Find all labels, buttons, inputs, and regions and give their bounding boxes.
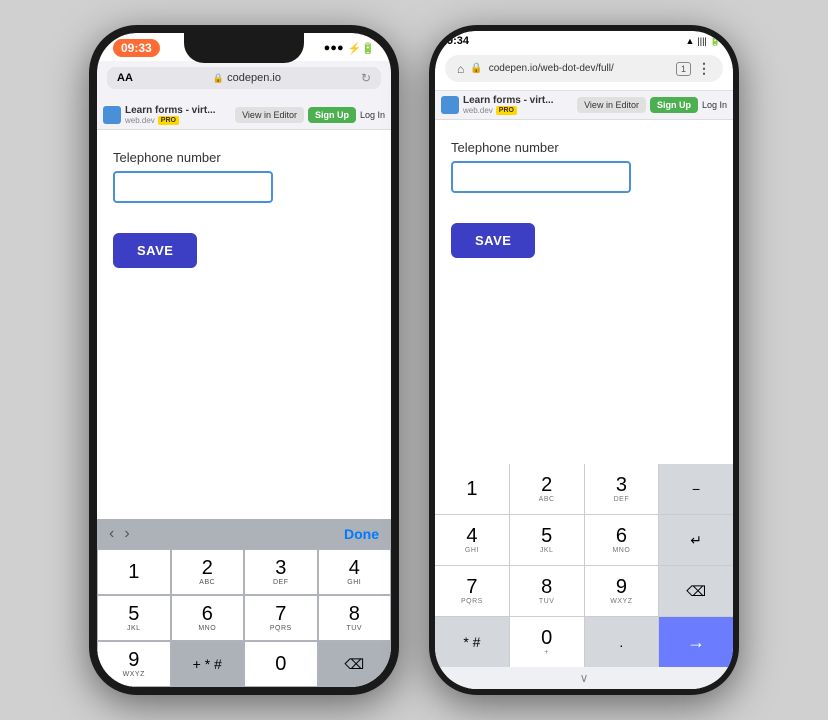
android-telephone-input[interactable] xyxy=(451,161,631,193)
key-6[interactable]: 6 MNO xyxy=(171,595,245,641)
signal-bars: |||| xyxy=(697,36,706,46)
lock-icon: 🔒 xyxy=(213,73,224,84)
keyboard-nav: ‹ › xyxy=(109,525,130,543)
akey-4[interactable]: 4 GHI xyxy=(435,515,509,565)
signal-icon: ●●● xyxy=(324,42,344,54)
android-site-title: Learn forms - virt... xyxy=(463,95,554,106)
android-toolbar-actions: View in Editor Sign Up Log In xyxy=(577,97,727,113)
signup-button[interactable]: Sign Up xyxy=(308,107,356,123)
android-address-bar[interactable]: ⌂ 🔒 codepen.io/web-dot-dev/full/ 1 ⋮ xyxy=(445,55,723,82)
iphone-time: 09:33 xyxy=(113,39,160,57)
akey-enter[interactable]: ↵ xyxy=(659,515,733,565)
akey-0[interactable]: 0 + xyxy=(510,617,584,667)
done-button[interactable]: Done xyxy=(344,526,379,542)
android-url-text: codepen.io/web-dot-dev/full/ xyxy=(489,63,670,74)
key-0[interactable]: 0 xyxy=(244,641,318,687)
iphone-phone: 09:33 ●●● ⚡🔋 AA 🔒 codepen.io ↻ Lear xyxy=(89,25,399,695)
android-brand-text: Learn forms - virt... web.dev PRO xyxy=(463,95,554,115)
android-pro-badge: PRO xyxy=(496,106,517,115)
numeric-keypad: 1 2 ABC 3 DEF 4 GHI 5 JKL xyxy=(97,549,391,687)
akey-minus[interactable]: − xyxy=(659,464,733,514)
android-status-icons: ▲ |||| 🔋 xyxy=(686,36,722,47)
akey-special[interactable]: * # xyxy=(435,617,509,667)
android-brand-section: Learn forms - virt... web.dev PRO xyxy=(441,95,554,115)
site-toolbar: Learn forms - virt... web.dev PRO View i… xyxy=(97,101,391,130)
android-page-content: Telephone number SAVE xyxy=(435,120,733,464)
key-1[interactable]: 1 xyxy=(97,549,171,595)
pro-badge: PRO xyxy=(158,116,179,125)
login-button[interactable]: Log In xyxy=(360,110,385,120)
key-4[interactable]: 4 GHI xyxy=(318,549,392,595)
battery-android: 🔋 xyxy=(710,36,721,47)
page-content: Telephone number SAVE xyxy=(97,130,391,519)
android-site-subtitle: web.dev xyxy=(463,106,493,115)
akey-1[interactable]: 1 xyxy=(435,464,509,514)
wifi-icon: ▲ xyxy=(686,36,695,46)
lock-icon-android: 🔒 xyxy=(470,63,482,74)
android-keyboard: 1 2 ABC 3 DEF − 4 GHI xyxy=(435,464,733,689)
battery-icon: ⚡🔋 xyxy=(348,42,375,55)
menu-icon[interactable]: ⋮ xyxy=(697,60,711,77)
save-button[interactable]: SAVE xyxy=(113,233,197,268)
keyboard-toolbar: ‹ › Done xyxy=(97,519,391,549)
next-arrow[interactable]: › xyxy=(124,525,129,543)
toolbar-actions: View in Editor Sign Up Log In xyxy=(235,107,385,123)
android-signup-button[interactable]: Sign Up xyxy=(650,97,698,113)
android-site-toolbar: Learn forms - virt... web.dev PRO View i… xyxy=(435,91,733,120)
akey-3[interactable]: 3 DEF xyxy=(585,464,659,514)
url-display: 🔒 codepen.io xyxy=(213,72,281,84)
iphone-status-icons: ●●● ⚡🔋 xyxy=(324,42,375,55)
akey-9[interactable]: 9 WXYZ xyxy=(585,566,659,616)
site-logo xyxy=(103,106,121,124)
prev-arrow[interactable]: ‹ xyxy=(109,525,114,543)
key-9[interactable]: 9 WXYZ xyxy=(97,641,171,687)
view-editor-button[interactable]: View in Editor xyxy=(235,107,304,123)
aa-label[interactable]: AA xyxy=(117,72,133,84)
tab-count[interactable]: 1 xyxy=(676,62,691,76)
android-telephone-label: Telephone number xyxy=(451,140,717,155)
url-text: codepen.io xyxy=(227,72,281,84)
key-2[interactable]: 2 ABC xyxy=(171,549,245,595)
key-symbols[interactable]: + * # xyxy=(171,641,245,687)
address-bar[interactable]: AA 🔒 codepen.io ↻ xyxy=(107,67,381,89)
android-site-logo xyxy=(441,96,459,114)
akey-5[interactable]: 5 JKL xyxy=(510,515,584,565)
iphone-notch xyxy=(184,33,304,63)
key-delete[interactable]: ⌫ xyxy=(318,641,392,687)
akey-8[interactable]: 8 TUV xyxy=(510,566,584,616)
akey-6[interactable]: 6 MNO xyxy=(585,515,659,565)
android-phone: 9:34 ▲ |||| 🔋 ⌂ 🔒 codepen.io/web-dot-dev… xyxy=(429,25,739,695)
key-5[interactable]: 5 JKL xyxy=(97,595,171,641)
site-subtitle: web.dev xyxy=(125,116,155,125)
android-browser-chrome: ⌂ 🔒 codepen.io/web-dot-dev/full/ 1 ⋮ xyxy=(435,51,733,91)
home-icon[interactable]: ⌂ xyxy=(457,62,464,76)
akey-2[interactable]: 2 ABC xyxy=(510,464,584,514)
android-view-editor-button[interactable]: View in Editor xyxy=(577,97,646,113)
akey-7[interactable]: 7 PQRS xyxy=(435,566,509,616)
akey-go[interactable]: → xyxy=(659,617,733,667)
key-8[interactable]: 8 TUV xyxy=(318,595,392,641)
android-numeric-keypad: 1 2 ABC 3 DEF − 4 GHI xyxy=(435,464,733,667)
keyboard-chevron[interactable]: ∨ xyxy=(435,667,733,689)
browser-chrome: AA 🔒 codepen.io ↻ xyxy=(97,61,391,101)
key-3[interactable]: 3 DEF xyxy=(244,549,318,595)
reload-button[interactable]: ↻ xyxy=(361,71,371,85)
iphone-keyboard: ‹ › Done 1 2 ABC 3 DEF xyxy=(97,519,391,687)
telephone-input[interactable] xyxy=(113,171,273,203)
telephone-label: Telephone number xyxy=(113,150,375,165)
android-save-button[interactable]: SAVE xyxy=(451,223,535,258)
site-title: Learn forms - virt... xyxy=(125,105,216,116)
android-status-bar: 9:34 ▲ |||| 🔋 xyxy=(435,31,733,51)
android-time: 9:34 xyxy=(447,35,469,47)
key-7[interactable]: 7 PQRS xyxy=(244,595,318,641)
akey-dot[interactable]: . xyxy=(585,617,659,667)
akey-delete[interactable]: ⌫ xyxy=(659,566,733,616)
brand-section: Learn forms - virt... web.dev PRO xyxy=(103,105,216,125)
android-login-button[interactable]: Log In xyxy=(702,100,727,110)
brand-text: Learn forms - virt... web.dev PRO xyxy=(125,105,216,125)
